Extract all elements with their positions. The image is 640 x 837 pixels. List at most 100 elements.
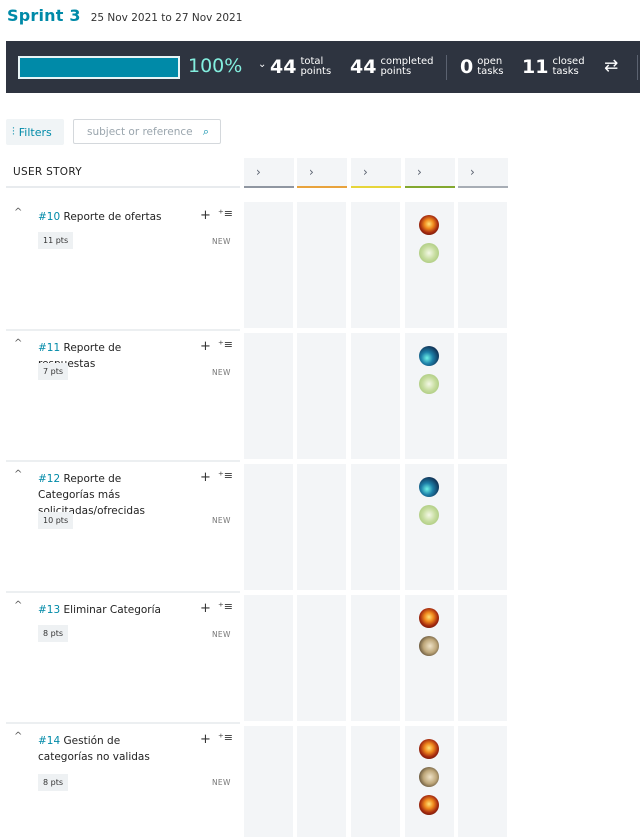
chevron-up-icon[interactable]: ^ (14, 469, 22, 480)
taskboard-cell[interactable] (458, 595, 507, 721)
chevron-right-icon[interactable]: › (363, 165, 368, 179)
taskboard-cell[interactable] (244, 595, 293, 721)
chevron-up-icon[interactable]: ^ (14, 207, 22, 218)
bulk-add-icon[interactable]: ⁺≡ (218, 469, 233, 482)
task-card-avatar[interactable] (419, 505, 439, 525)
story-reference[interactable]: #13 (38, 604, 60, 616)
story-reference[interactable]: #14 (38, 735, 60, 747)
taskboard-cell[interactable] (351, 202, 400, 328)
status-label[interactable]: NEW (212, 237, 231, 246)
story-title[interactable]: #13 Eliminar Categoría (38, 602, 166, 618)
add-task-icon[interactable]: + (200, 339, 211, 354)
taskboard-cell[interactable] (351, 595, 400, 721)
closed-tasks-label: closed tasks (552, 56, 585, 77)
chevron-right-icon[interactable]: › (309, 165, 314, 179)
task-card-avatar[interactable] (419, 215, 439, 235)
status-color-bar (244, 186, 294, 188)
taskboard-cell[interactable] (351, 333, 400, 459)
status-column-header[interactable]: › (405, 158, 455, 188)
taskboard-cell[interactable] (458, 726, 507, 837)
task-card-avatar[interactable] (419, 374, 439, 394)
status-column-header[interactable]: › (297, 158, 347, 188)
add-task-icon[interactable]: + (200, 732, 211, 747)
add-task-icon[interactable]: + (200, 470, 211, 485)
taskboard-cell[interactable] (405, 595, 454, 721)
user-story-row[interactable]: ^#11 Reporte de respuestas7 pts+⁺≡NEW (6, 333, 240, 459)
sprint-header: Sprint 3 25 Nov 2021 to 27 Nov 2021 (7, 6, 242, 30)
filters-button[interactable]: ⫶ Filters (6, 119, 64, 145)
bulk-add-icon[interactable]: ⁺≡ (218, 731, 233, 744)
story-title[interactable]: #10 Reporte de ofertas (38, 209, 166, 225)
add-task-icon[interactable]: + (200, 601, 211, 616)
taskboard-cell[interactable] (458, 202, 507, 328)
completed-points-value: 44 (350, 56, 377, 78)
sprint-dates: 25 Nov 2021 to 27 Nov 2021 (90, 12, 243, 24)
story-reference[interactable]: #11 (38, 342, 60, 354)
taskboard-cell[interactable] (458, 464, 507, 590)
chevron-right-icon[interactable]: › (470, 165, 475, 179)
search-input[interactable]: subject or reference ⌕ (73, 119, 221, 144)
chevron-right-icon[interactable]: › (256, 165, 261, 179)
user-story-row[interactable]: ^ #13 Eliminar Categoría 8 pts + ⁺≡ NEW (6, 595, 240, 721)
chevron-up-icon[interactable]: ^ (14, 338, 22, 349)
story-reference[interactable]: #10 (38, 211, 60, 223)
taskboard-cell[interactable] (297, 202, 346, 328)
task-card-avatar[interactable] (419, 739, 439, 759)
swap-arrows-icon[interactable]: ⇄ (604, 56, 618, 76)
taskboard-cell[interactable] (297, 595, 346, 721)
task-card-avatar[interactable] (419, 795, 439, 815)
taskboard-cell[interactable] (244, 464, 293, 590)
taskboard-cell[interactable] (244, 202, 293, 328)
status-label[interactable]: NEW (212, 630, 231, 639)
divider (446, 55, 447, 80)
taskboard-cell[interactable] (405, 726, 454, 837)
sprint-title[interactable]: Sprint 3 (7, 6, 81, 25)
filters-label: Filters (18, 125, 52, 139)
story-subject[interactable]: Eliminar Categoría (64, 604, 161, 616)
bulk-add-icon[interactable]: ⁺≡ (218, 207, 233, 220)
bulk-add-icon[interactable]: ⁺≡ (218, 338, 233, 351)
task-card-avatar[interactable] (419, 243, 439, 263)
taskboard-cell[interactable] (351, 726, 400, 837)
taskboard-cell[interactable] (244, 333, 293, 459)
open-tasks-label: open tasks (477, 56, 504, 77)
bulk-add-icon[interactable]: ⁺≡ (218, 600, 233, 613)
story-reference[interactable]: #12 (38, 473, 60, 485)
status-column-header[interactable]: › (244, 158, 294, 188)
task-card-avatar[interactable] (419, 346, 439, 366)
story-title[interactable]: #14 Gestión de categorías no validas (38, 733, 166, 765)
taskboard-cell[interactable] (297, 726, 346, 837)
taskboard-cell[interactable] (297, 333, 346, 459)
task-card-avatar[interactable] (419, 767, 439, 787)
sprint-summary-bar: 100% ⌄ 44 total points 44 completed poin… (6, 41, 640, 93)
taskboard-cell[interactable] (405, 202, 454, 328)
status-color-bar (405, 186, 455, 188)
chevron-right-icon[interactable]: › (417, 165, 422, 179)
taskboard-cell[interactable] (244, 726, 293, 837)
task-card-avatar[interactable] (419, 608, 439, 628)
status-column-header[interactable]: › (351, 158, 401, 188)
taskboard-cell[interactable] (405, 333, 454, 459)
chevron-down-icon[interactable]: ⌄ (258, 59, 266, 70)
story-subject[interactable]: Reporte de ofertas (64, 211, 162, 223)
chevron-up-icon[interactable]: ^ (14, 600, 22, 611)
chevron-up-icon[interactable]: ^ (14, 731, 22, 742)
status-label[interactable]: NEW (212, 516, 231, 525)
search-icon[interactable]: ⌕ (203, 125, 209, 139)
divider (637, 55, 638, 80)
sliders-icon: ⫶ (12, 125, 15, 138)
taskboard-cell[interactable] (297, 464, 346, 590)
task-card-avatar[interactable] (419, 477, 439, 497)
taskboard-cell[interactable] (458, 333, 507, 459)
status-column-header[interactable]: › (458, 158, 508, 188)
add-task-icon[interactable]: + (200, 208, 211, 223)
task-card-avatar[interactable] (419, 636, 439, 656)
status-label[interactable]: NEW (212, 368, 231, 377)
user-story-row[interactable]: ^ #14 Gestión de categorías no validas 8 p… (6, 726, 240, 837)
taskboard-cell[interactable] (351, 464, 400, 590)
status-label[interactable]: NEW (212, 778, 231, 787)
taskboard-cell[interactable] (405, 464, 454, 590)
user-story-row[interactable]: ^ #12 Reporte de Categorías más solicitad… (6, 464, 240, 590)
closed-tasks-value: 11 (522, 56, 549, 78)
user-story-row[interactable]: ^ #10 Reporte de ofertas 11 pts + ⁺≡ NEW (6, 202, 240, 328)
